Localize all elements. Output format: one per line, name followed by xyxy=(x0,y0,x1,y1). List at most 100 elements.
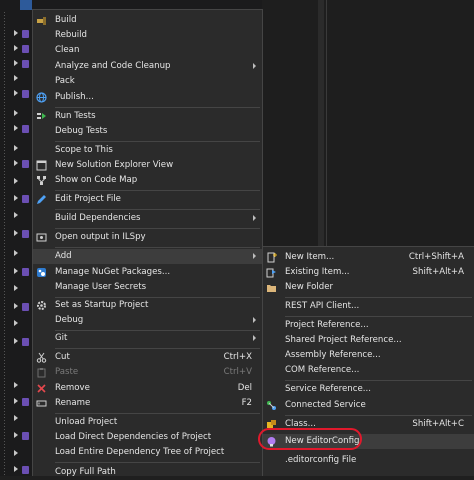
expand-arrow-icon[interactable] xyxy=(14,230,18,236)
project-node-icon xyxy=(22,30,29,38)
menu-item-label: Remove xyxy=(55,383,90,393)
expand-arrow-icon[interactable] xyxy=(14,250,18,256)
menu-separator xyxy=(55,462,260,463)
submenu-item-shared-project-reference[interactable]: Shared Project Reference... xyxy=(263,333,474,348)
expand-arrow-icon[interactable] xyxy=(14,303,18,309)
menu-item-scope-to-this[interactable]: Scope to This xyxy=(33,143,262,158)
expand-arrow-icon[interactable] xyxy=(14,268,18,274)
expand-arrow-icon[interactable] xyxy=(14,212,18,218)
project-node-icon xyxy=(22,432,29,440)
menu-item-label: Scope to This xyxy=(55,145,113,155)
submenu-item-new-folder[interactable]: New Folder xyxy=(263,280,474,295)
project-node-icon xyxy=(22,303,29,311)
submenu-item-assembly-reference[interactable]: Assembly Reference... xyxy=(263,348,474,363)
submenu-item-project-reference[interactable]: Project Reference... xyxy=(263,318,474,333)
project-node-icon xyxy=(22,398,29,406)
menu-item-debug[interactable]: Debug xyxy=(33,313,262,328)
expand-arrow-icon[interactable] xyxy=(14,45,18,51)
expand-arrow-icon[interactable] xyxy=(14,466,18,472)
menu-item-show-on-code-map[interactable]: Show on Code Map xyxy=(33,173,262,188)
scrollbar-track[interactable] xyxy=(318,0,324,246)
menu-item-paste[interactable]: Paste Ctrl+V xyxy=(33,365,262,380)
menu-item-load-entire-dependency-tree[interactable]: Load Entire Dependency Tree of Project xyxy=(33,445,262,460)
menu-item-set-startup-project[interactable]: Set as Startup Project xyxy=(33,298,262,313)
expand-arrow-icon[interactable] xyxy=(14,30,18,36)
chevron-right-icon xyxy=(253,335,256,341)
menu-shortcut: Shift+Alt+C xyxy=(412,419,464,429)
gear-icon xyxy=(36,300,47,311)
menu-item-build[interactable]: Build xyxy=(33,13,262,28)
menu-item-analyze[interactable]: Analyze and Code Cleanup xyxy=(33,59,262,74)
expand-arrow-icon[interactable] xyxy=(14,338,18,344)
expand-arrow-icon[interactable] xyxy=(14,398,18,404)
menu-item-add[interactable]: Add xyxy=(33,249,262,264)
submenu-item-existing-item[interactable]: Existing Item... Shift+Alt+A xyxy=(263,265,474,280)
menu-item-pack[interactable]: Pack xyxy=(33,74,262,89)
submenu-item-editorconfig-file[interactable]: .editorconfig File xyxy=(263,453,474,468)
menu-item-label: Set as Startup Project xyxy=(55,300,149,310)
menu-item-build-dependencies[interactable]: Build Dependencies xyxy=(33,211,262,226)
expand-arrow-icon[interactable] xyxy=(14,415,18,421)
menu-item-manage-nuget[interactable]: Manage NuGet Packages... xyxy=(33,265,262,280)
expand-arrow-icon[interactable] xyxy=(14,110,18,116)
submenu-item-service-reference[interactable]: Service Reference... xyxy=(263,382,474,397)
expand-arrow-icon[interactable] xyxy=(14,320,18,326)
menu-item-label: Load Entire Dependency Tree of Project xyxy=(55,447,225,457)
expand-arrow-icon[interactable] xyxy=(14,60,18,66)
menu-item-label: Debug xyxy=(55,315,84,325)
expand-arrow-icon[interactable] xyxy=(14,160,18,166)
expand-arrow-icon[interactable] xyxy=(14,285,18,291)
expand-arrow-icon[interactable] xyxy=(14,75,18,81)
menu-shortcut: Ctrl+V xyxy=(223,367,252,377)
menu-item-label: Unload Project xyxy=(55,417,118,427)
menu-item-rename[interactable]: Rename F2 xyxy=(33,396,262,411)
menu-item-label: Show on Code Map xyxy=(55,175,138,185)
menu-item-open-ilspy[interactable]: Open output in ILSpy xyxy=(33,230,262,245)
expand-arrow-icon[interactable] xyxy=(14,450,18,456)
menu-item-debug-tests[interactable]: Debug Tests xyxy=(33,124,262,139)
menu-item-unload-project[interactable]: Unload Project xyxy=(33,415,262,430)
red-annotation-circle xyxy=(258,428,362,450)
expand-arrow-icon[interactable] xyxy=(14,382,18,388)
menu-item-label: Existing Item... xyxy=(285,267,350,277)
menu-separator xyxy=(55,190,260,191)
pane-divider xyxy=(326,0,327,246)
submenu-item-com-reference[interactable]: COM Reference... xyxy=(263,363,474,378)
menu-item-new-solution-explorer-view[interactable]: New Solution Explorer View xyxy=(33,158,262,173)
solution-explorer-tree xyxy=(0,0,32,476)
menu-shortcut: Ctrl+X xyxy=(223,352,252,362)
menu-item-label: REST API Client... xyxy=(285,301,360,311)
run-tests-icon xyxy=(36,111,47,122)
project-node-icon xyxy=(22,160,29,168)
expand-arrow-icon[interactable] xyxy=(14,178,18,184)
menu-item-load-direct-dependencies[interactable]: Load Direct Dependencies of Project xyxy=(33,430,262,445)
project-node-icon xyxy=(22,466,29,474)
menu-item-edit-project-file[interactable]: Edit Project File xyxy=(33,192,262,207)
submenu-item-new-item[interactable]: New Item... Ctrl+Shift+A xyxy=(263,250,474,265)
expand-arrow-icon[interactable] xyxy=(14,90,18,96)
submenu-item-rest-api-client[interactable]: REST API Client... xyxy=(263,299,474,314)
project-node-icon xyxy=(22,268,29,276)
menu-item-label: Shared Project Reference... xyxy=(285,335,402,345)
expand-arrow-icon[interactable] xyxy=(14,145,18,151)
menu-item-publish[interactable]: Publish... xyxy=(33,90,262,105)
menu-item-label: Build Dependencies xyxy=(55,213,141,223)
menu-item-copy-full-path[interactable]: Copy Full Path xyxy=(33,465,262,480)
menu-item-cut[interactable]: Cut Ctrl+X xyxy=(33,350,262,365)
menu-item-remove[interactable]: Remove Del xyxy=(33,381,262,396)
menu-item-manage-user-secrets[interactable]: Manage User Secrets xyxy=(33,280,262,295)
menu-separator xyxy=(285,297,472,298)
submenu-item-connected-service[interactable]: Connected Service xyxy=(263,398,474,413)
menu-item-run-tests[interactable]: Run Tests xyxy=(33,109,262,124)
menu-item-label: Debug Tests xyxy=(55,126,108,136)
paste-icon xyxy=(36,367,47,378)
expand-arrow-icon[interactable] xyxy=(14,195,18,201)
expand-arrow-icon[interactable] xyxy=(14,432,18,438)
menu-item-label: New Solution Explorer View xyxy=(55,160,174,170)
expand-arrow-icon[interactable] xyxy=(14,125,18,131)
menu-item-clean[interactable]: Clean xyxy=(33,43,262,58)
menu-item-git[interactable]: Git xyxy=(33,331,262,346)
menu-item-rebuild[interactable]: Rebuild xyxy=(33,28,262,43)
chevron-right-icon xyxy=(253,215,256,221)
menu-item-label: Manage NuGet Packages... xyxy=(55,267,171,277)
